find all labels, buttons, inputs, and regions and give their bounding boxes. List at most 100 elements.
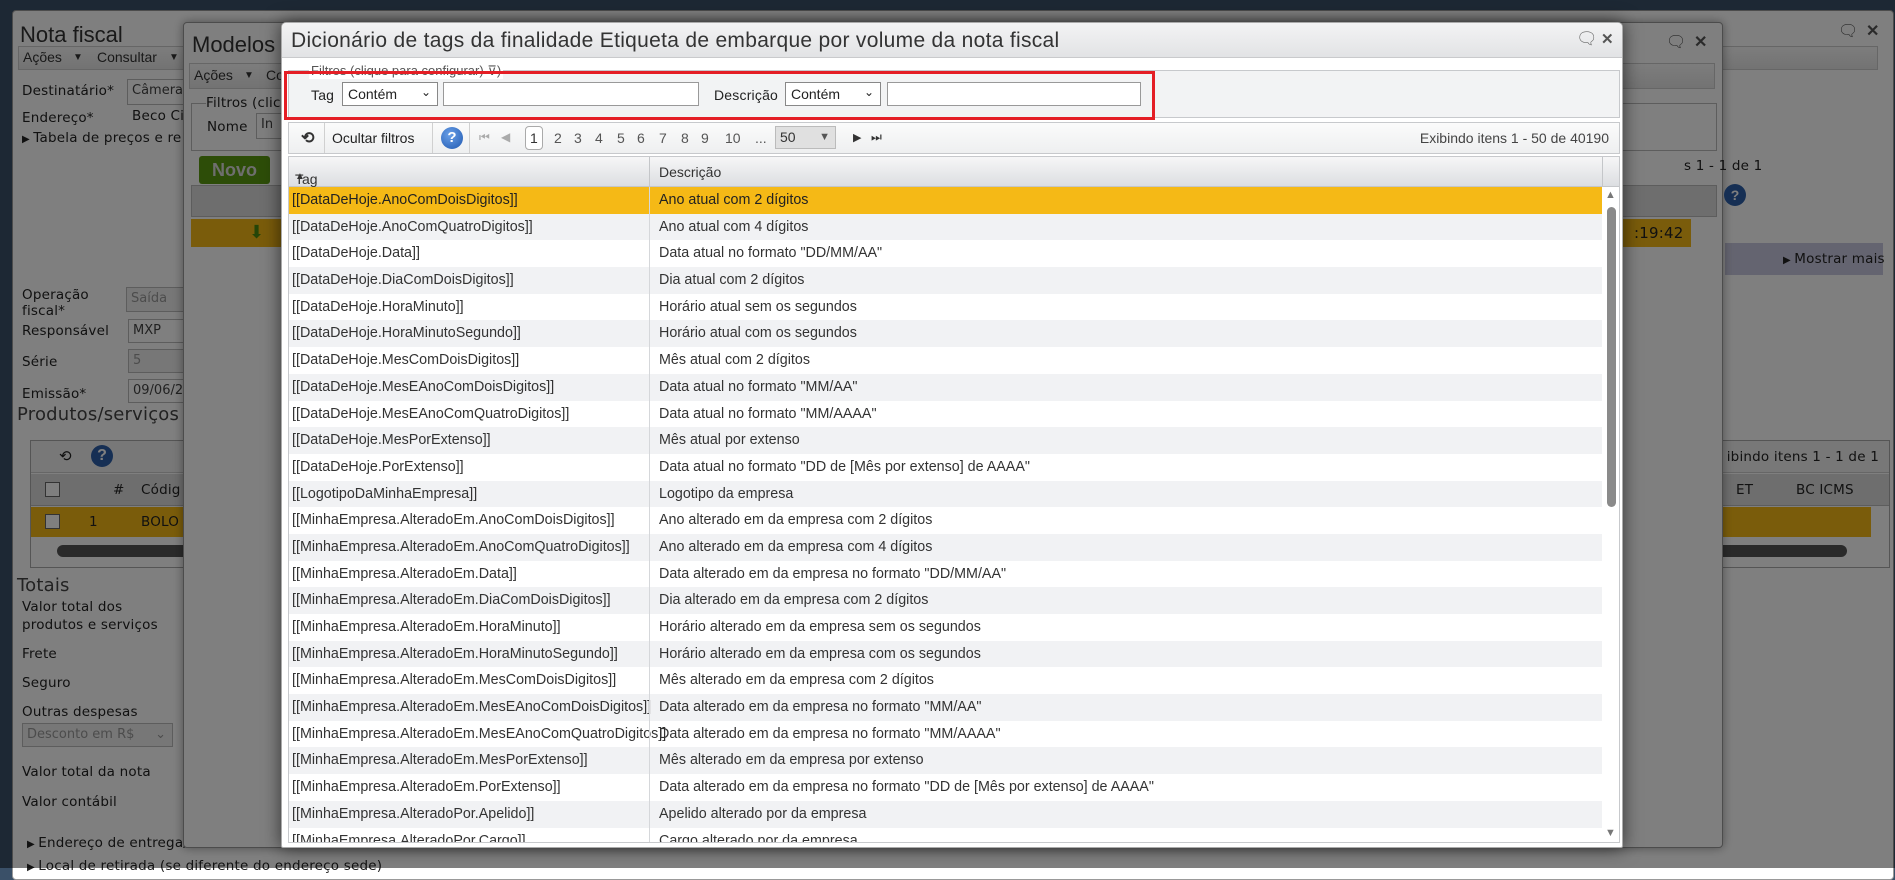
table-row[interactable]: [[MinhaEmpresa.AlteradoPor.Apelido]] Apel… <box>289 800 1602 828</box>
help-icon[interactable]: ? <box>441 127 463 149</box>
separator <box>469 123 470 153</box>
table-row-selected[interactable]: [[DataDeHoje.AnoComDoisDigitos]] Ano atua… <box>289 187 1602 214</box>
table-row[interactable]: [[MinhaEmpresa.AlteradoEm.HoraMinuto]] Ho… <box>289 614 1602 641</box>
page-link[interactable]: 9 <box>701 130 709 146</box>
table-row[interactable]: [[DataDeHoje.MesEAnoComDoisDigitos]] Data… <box>289 373 1602 401</box>
cell-tag: [[DataDeHoje.HoraMinutoSegundo]] <box>292 325 521 342</box>
table-row[interactable]: [[MinhaEmpresa.AlteradoEm.HoraMinutoSegu… <box>289 640 1602 668</box>
cell-descricao: Data atual no formato "DD/MM/AA" <box>659 245 883 262</box>
page-link[interactable]: 2 <box>554 130 562 146</box>
cell-descricao: Apelido alterado por da empresa <box>659 805 867 822</box>
cell-descricao: Dia alterado em da empresa com 2 dígitos <box>659 592 929 609</box>
page-link[interactable]: 4 <box>595 130 603 146</box>
table-row[interactable]: [[DataDeHoje.AnoComQuatroDigitos]] Ano at… <box>289 213 1602 241</box>
cell-descricao: Ano alterado em da empresa com 4 dígitos <box>659 538 933 555</box>
cell-descricao: Mês atual por extenso <box>659 432 800 449</box>
table-row[interactable]: [[MinhaEmpresa.AlteradoPor.Cargo]] Cargo … <box>289 828 1602 843</box>
cell-descricao: Horário alterado em da empresa com os se… <box>659 645 981 662</box>
scroll-down-icon[interactable]: ▼ <box>1605 827 1616 839</box>
cell-tag: [[DataDeHoje.HoraMinuto]] <box>292 298 464 315</box>
prev-page-icon[interactable]: ◀ <box>501 130 510 144</box>
page-link[interactable]: 7 <box>659 130 667 146</box>
col-header-tag-label: Tag <box>295 171 318 187</box>
cell-descricao: Dia atual com 2 dígitos <box>659 272 805 289</box>
table-row[interactable]: [[DataDeHoje.Data]] Data atual no formato… <box>289 240 1602 267</box>
table-row[interactable]: [[MinhaEmpresa.AlteradoEm.DiaComDoisDigi… <box>289 587 1602 614</box>
cell-descricao: Ano atual com 2 dígitos <box>659 192 809 208</box>
cell-tag: [[DataDeHoje.AnoComDoisDigitos]] <box>292 192 518 208</box>
table-row[interactable]: [[MinhaEmpresa.AlteradoEm.AnoComDoisDigi… <box>289 507 1602 534</box>
cell-tag: [[MinhaEmpresa.AlteradoEm.AnoComQuatroDi… <box>292 538 630 555</box>
highlight-annotation-box <box>284 71 1155 120</box>
chevron-down-icon: ▼ <box>819 131 830 143</box>
table-row[interactable]: [[MinhaEmpresa.AlteradoEm.MesPorExtenso]… <box>289 747 1602 775</box>
col-header-descricao[interactable]: Descrição <box>659 164 721 180</box>
table-row[interactable]: [[DataDeHoje.HoraMinuto]] Horário atual s… <box>289 294 1602 321</box>
cell-tag: [[MinhaEmpresa.AlteradoEm.AnoComDoisDigi… <box>292 512 615 529</box>
page-link[interactable]: 8 <box>681 130 689 146</box>
page-link[interactable]: 3 <box>574 130 582 146</box>
cell-tag: [[DataDeHoje.DiaComDoisDigitos]] <box>292 272 514 289</box>
cell-descricao: Data alterado em da empresa no formato "… <box>659 565 1007 582</box>
table-row[interactable]: [[MinhaEmpresa.AlteradoEm.MesEAnoComQuat… <box>289 721 1602 748</box>
cell-tag: [[MinhaEmpresa.AlteradoPor.Cargo]] <box>292 832 526 843</box>
chat-icon[interactable]: 🗨 <box>1576 29 1598 49</box>
page-link[interactable]: 5 <box>617 130 625 146</box>
table-row[interactable]: [[MinhaEmpresa.AlteradoEm.Data]] Data alt… <box>289 561 1602 588</box>
cell-descricao: Data atual no formato "MM/AAAA" <box>659 405 877 422</box>
page-size-select[interactable]: 50 ▼ <box>775 126 836 149</box>
first-page-icon[interactable]: ⏮ <box>479 130 490 145</box>
cell-tag: [[DataDeHoje.Data]] <box>292 245 420 262</box>
table-row[interactable]: [[DataDeHoje.MesComDoisDigitos]] Mês atua… <box>289 347 1602 374</box>
vertical-scrollbar[interactable]: ▲ ▼ <box>1602 187 1619 842</box>
cell-tag: [[MinhaEmpresa.AlteradoEm.HoraMinuto]] <box>292 619 561 635</box>
cell-tag: [[DataDeHoje.MesEAnoComQuatroDigitos]] <box>292 405 570 422</box>
cell-tag: [[DataDeHoje.MesComDoisDigitos]] <box>292 352 520 369</box>
table-row[interactable]: [[DataDeHoje.HoraMinutoSegundo]] Horário … <box>289 320 1602 348</box>
page-link[interactable]: 6 <box>637 130 645 146</box>
page-size-value: 50 <box>780 129 796 145</box>
cell-tag: [[MinhaEmpresa.AlteradoEm.Data]] <box>292 565 517 582</box>
cell-descricao: Cargo alterado por da empresa <box>659 832 858 843</box>
col-divider <box>1602 157 1603 187</box>
cell-descricao: Data alterado em da empresa no formato "… <box>659 725 1001 742</box>
cell-descricao: Horário atual com os segundos <box>659 325 857 342</box>
cell-descricao: Ano alterado em da empresa com 2 dígitos <box>659 512 933 529</box>
cell-descricao: Mês alterado em da empresa por extenso <box>659 752 924 769</box>
scroll-up-icon[interactable]: ▲ <box>1605 189 1616 201</box>
table-row[interactable]: [[MinhaEmpresa.AlteradoEm.MesComDoisDigi… <box>289 667 1602 694</box>
dialog-titlebar: Dicionário de tags da finalidade Etiquet… <box>282 23 1622 58</box>
col-divider <box>649 187 650 842</box>
separator <box>324 123 325 153</box>
cell-tag: [[LogotipoDaMinhaEmpresa]] <box>292 485 478 502</box>
table-row[interactable]: [[LogotipoDaMinhaEmpresa]] Logotipo da em… <box>289 480 1602 508</box>
page-link[interactable]: 1 <box>525 126 543 150</box>
table-row[interactable]: [[MinhaEmpresa.AlteradoEm.PorExtenso]] Da… <box>289 774 1602 801</box>
hide-filters-button[interactable]: Ocultar filtros <box>332 130 414 146</box>
page-link[interactable]: 10 <box>725 130 741 146</box>
next-page-icon[interactable]: ▶ <box>853 131 861 144</box>
cell-descricao: Data alterado em da empresa no formato "… <box>659 779 1154 796</box>
table-row[interactable]: [[MinhaEmpresa.AlteradoEm.AnoComQuatroDi… <box>289 533 1602 561</box>
cell-descricao: Ano atual com 4 dígitos <box>659 218 809 235</box>
cell-tag: [[DataDeHoje.MesEAnoComDoisDigitos]] <box>292 378 555 395</box>
pagination-ellipsis: ... <box>755 130 767 146</box>
cell-descricao: Mês atual com 2 dígitos <box>659 352 810 369</box>
refresh-icon[interactable]: ⟲ <box>301 128 314 148</box>
cell-tag: [[DataDeHoje.MesPorExtenso]] <box>292 432 491 449</box>
table-row[interactable]: [[DataDeHoje.MesPorExtenso]] Mês atual po… <box>289 427 1602 454</box>
table-row[interactable]: [[DataDeHoje.DiaComDoisDigitos]] Dia atua… <box>289 267 1602 294</box>
scroll-thumb[interactable] <box>1607 207 1616 507</box>
table-row[interactable]: [[DataDeHoje.PorExtenso]] Data atual no f… <box>289 454 1602 481</box>
col-divider <box>649 157 650 187</box>
cell-tag: [[MinhaEmpresa.AlteradoEm.HoraMinutoSegu… <box>292 645 618 662</box>
last-page-icon[interactable]: ⏭ <box>871 130 882 145</box>
cell-tag: [[MinhaEmpresa.AlteradoEm.MesEAnoComQuat… <box>292 725 667 742</box>
table-row[interactable]: [[MinhaEmpresa.AlteradoEm.MesEAnoComDois… <box>289 694 1602 721</box>
tags-grid: ▲ Tag Descrição [[DataDeHoje.AnoComDoisD… <box>288 156 1620 843</box>
cell-descricao: Horário atual sem os segundos <box>659 298 857 315</box>
cell-tag: [[MinhaEmpresa.AlteradoEm.MesComDoisDigi… <box>292 672 617 689</box>
table-row[interactable]: [[DataDeHoje.MesEAnoComQuatroDigitos]] Da… <box>289 401 1602 428</box>
close-icon[interactable]: ✕ <box>1601 30 1614 48</box>
cell-descricao: Horário alterado em da empresa sem os se… <box>659 619 981 635</box>
